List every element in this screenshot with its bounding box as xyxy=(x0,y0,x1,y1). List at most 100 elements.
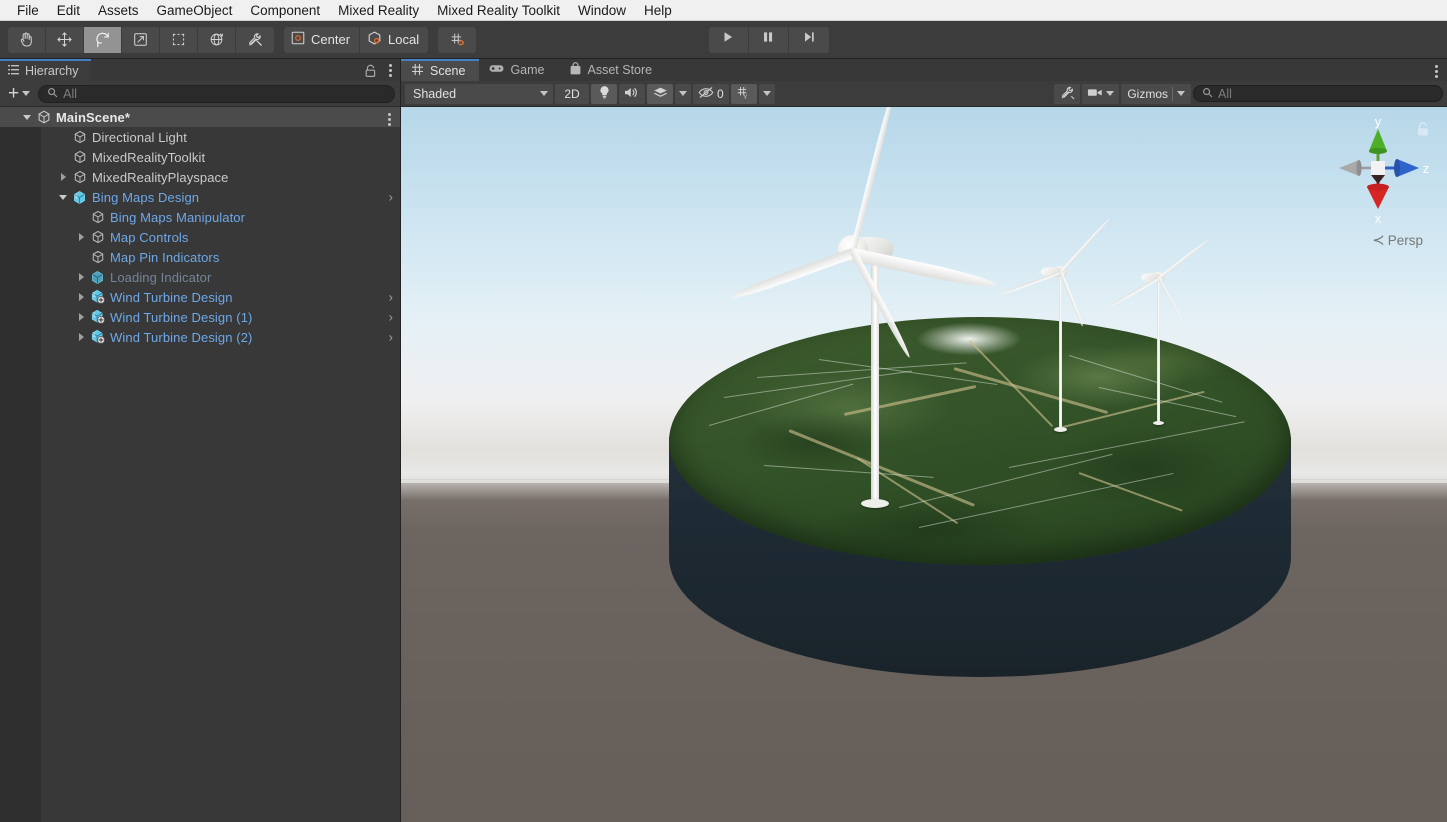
hierarchy-row[interactable]: Map Controls xyxy=(0,227,401,247)
add-gameobject-button[interactable]: + xyxy=(4,82,34,104)
open-prefab-chevron-icon[interactable]: › xyxy=(389,191,393,204)
workspace: Hierarchy + All MainScene* Directional L… xyxy=(0,59,1447,822)
pause-button[interactable] xyxy=(748,26,789,53)
scene-menu-button[interactable] xyxy=(1432,63,1441,80)
hierarchy-item-label: MixedRealityPlayspace xyxy=(92,169,229,185)
open-prefab-chevron-icon[interactable]: › xyxy=(389,331,393,344)
expand-toggle-closed[interactable] xyxy=(74,333,88,341)
expand-toggle-closed[interactable] xyxy=(74,233,88,241)
hierarchy-row[interactable]: MixedRealityPlayspace xyxy=(0,167,401,187)
transform-icon xyxy=(208,31,225,48)
hierarchy-row[interactable]: Wind Turbine Design › xyxy=(0,287,401,307)
expand-toggle-closed[interactable] xyxy=(74,313,88,321)
terrain-road xyxy=(953,367,1109,414)
hierarchy-scene-row[interactable]: MainScene* xyxy=(0,107,401,127)
grid-snap-button[interactable] xyxy=(438,26,477,53)
hierarchy-row[interactable]: Bing Maps Manipulator xyxy=(0,207,401,227)
chevron-right-icon xyxy=(78,313,84,321)
chevron-down-icon xyxy=(762,91,771,96)
effects-dropdown[interactable] xyxy=(675,83,691,104)
menu-mixed-reality[interactable]: Mixed Reality xyxy=(329,0,428,21)
hierarchy-row[interactable]: Wind Turbine Design (2) › xyxy=(0,327,401,347)
effects-button[interactable] xyxy=(647,83,673,104)
play-button[interactable] xyxy=(708,26,749,53)
scene-search-placeholder: All xyxy=(1218,86,1232,101)
gizmo-projection-toggle[interactable]: ≺ Persp xyxy=(1372,231,1423,249)
space-mode-button[interactable]: Local xyxy=(360,26,429,53)
hierarchy-row[interactable]: Loading Indicator xyxy=(0,267,401,287)
scale-tool-button[interactable] xyxy=(122,26,160,53)
pivot-mode-button[interactable]: Center xyxy=(284,26,361,53)
expand-toggle-closed[interactable] xyxy=(74,293,88,301)
lighting-toggle-button[interactable] xyxy=(591,83,617,104)
tab-asset-store[interactable]: Asset Store xyxy=(559,59,667,81)
draw-mode-label: Shaded xyxy=(413,86,457,101)
search-icon xyxy=(47,85,58,103)
menu-window[interactable]: Window xyxy=(569,0,635,21)
panel-divider[interactable] xyxy=(400,59,401,822)
scene-search-input[interactable]: All xyxy=(1193,85,1443,102)
menu-help[interactable]: Help xyxy=(635,0,681,21)
hierarchy-row[interactable]: MixedRealityToolkit xyxy=(0,147,401,167)
plus-icon: + xyxy=(8,82,20,104)
scene-tab-label: Scene xyxy=(430,64,466,78)
gizmo-axis-y-label: y xyxy=(1375,114,1382,129)
menu-file[interactable]: File xyxy=(8,0,48,21)
hierarchy-row[interactable]: Wind Turbine Design (1) › xyxy=(0,307,401,327)
hierarchy-row[interactable]: Map Pin Indicators xyxy=(0,247,401,267)
scene-grid-button[interactable]: y xyxy=(730,83,757,104)
scene-visibility-button[interactable]: 0 xyxy=(693,83,729,104)
tab-game[interactable]: Game xyxy=(479,59,558,81)
tab-hierarchy[interactable]: Hierarchy xyxy=(0,59,91,81)
expand-toggle-open[interactable] xyxy=(56,194,70,200)
gameobject-icon xyxy=(88,230,107,244)
play-icon xyxy=(721,30,735,49)
hierarchy-item-label: Map Pin Indicators xyxy=(110,249,220,265)
hierarchy-tab-actions xyxy=(364,62,395,79)
gizmos-button[interactable]: Gizmos xyxy=(1121,83,1191,104)
scene-view-gizmo[interactable]: y z x ≺ Persp xyxy=(1323,114,1433,249)
move-tool-button[interactable] xyxy=(46,26,84,53)
menu-gameobject[interactable]: GameObject xyxy=(148,0,242,21)
menu-component[interactable]: Component xyxy=(241,0,329,21)
grid-dropdown[interactable] xyxy=(758,83,775,104)
hierarchy-row[interactable]: Bing Maps Design › xyxy=(0,187,401,207)
draw-mode-dropdown[interactable]: Shaded xyxy=(405,83,553,104)
camera-icon xyxy=(1087,87,1103,101)
hierarchy-item-label: Wind Turbine Design (2) xyxy=(110,329,253,345)
expand-toggle-open[interactable] xyxy=(20,114,34,120)
hierarchy-item-label: Map Controls xyxy=(110,229,189,245)
open-prefab-chevron-icon[interactable]: › xyxy=(389,311,393,324)
hierarchy-row[interactable]: Directional Light xyxy=(0,127,401,147)
gizmo-axes[interactable]: y z x xyxy=(1323,113,1433,223)
expand-toggle-closed[interactable] xyxy=(74,273,88,281)
scene-viewport[interactable]: y z x ≺ Persp xyxy=(401,107,1447,822)
asset-store-tab-label: Asset Store xyxy=(587,63,653,77)
pivot-space-group: Center Local xyxy=(284,26,429,53)
step-button[interactable] xyxy=(788,26,829,53)
hierarchy-search-input[interactable]: All xyxy=(38,84,395,103)
audio-toggle-button[interactable] xyxy=(619,83,645,104)
map-terrain-disc[interactable] xyxy=(669,317,1291,747)
2d-label: 2D xyxy=(564,86,580,101)
scene-tools-button[interactable] xyxy=(1054,83,1081,104)
custom-tool-button[interactable] xyxy=(236,26,274,53)
open-prefab-chevron-icon[interactable]: › xyxy=(389,291,393,304)
rect-transform-tool-button[interactable] xyxy=(160,26,198,53)
tab-scene[interactable]: Scene xyxy=(401,59,480,81)
2d-toggle-button[interactable]: 2D xyxy=(555,83,589,104)
hand-tool-button[interactable] xyxy=(8,26,46,53)
menu-edit[interactable]: Edit xyxy=(48,0,89,21)
scene-camera-button[interactable] xyxy=(1082,83,1120,104)
rotate-tool-button[interactable] xyxy=(84,26,122,53)
menu-mixed-reality-toolkit[interactable]: Mixed Reality Toolkit xyxy=(428,0,569,21)
transform-tool-button[interactable] xyxy=(198,26,236,53)
expand-toggle-closed[interactable] xyxy=(56,173,70,181)
hierarchy-menu-button[interactable] xyxy=(386,62,395,79)
lock-icon[interactable] xyxy=(364,64,377,78)
menu-assets[interactable]: Assets xyxy=(89,0,148,21)
gameobject-icon xyxy=(88,210,107,224)
projection-label: Persp xyxy=(1387,232,1423,248)
space-mode-label: Local xyxy=(388,32,420,47)
scene-row-menu-button[interactable] xyxy=(385,111,394,128)
